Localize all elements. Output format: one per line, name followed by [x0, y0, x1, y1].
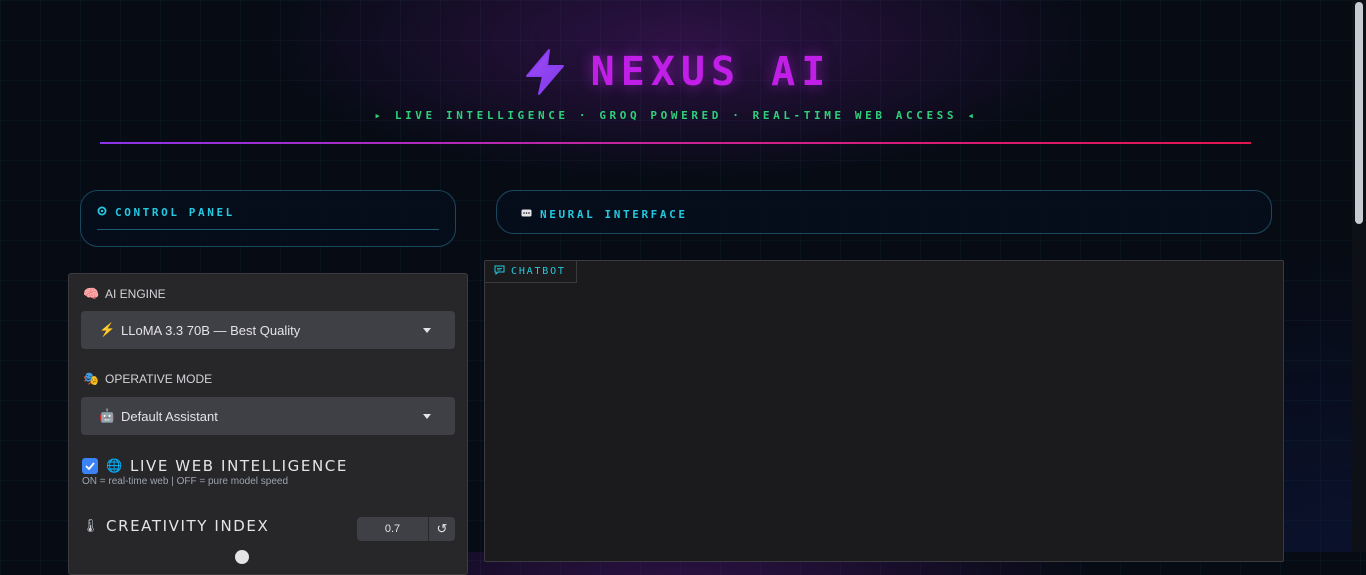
chatbot-tag: CHATBOT — [485, 261, 577, 283]
robot-icon: 🤖 — [99, 408, 116, 423]
mode-label: 🎭 OPERATIVE MODE — [83, 371, 212, 387]
lightning-icon: ⚡ — [99, 322, 116, 337]
web-intelligence-checkbox[interactable] — [82, 458, 98, 474]
mode-select[interactable]: 🤖 Default Assistant — [81, 397, 455, 435]
app-title: NEXUS AI — [590, 49, 832, 95]
engine-label: 🧠 AI ENGINE — [83, 286, 166, 302]
engine-label-text: AI ENGINE — [105, 287, 166, 301]
creativity-slider-thumb[interactable] — [235, 550, 249, 564]
control-panel-title: CONTROL PANEL — [115, 206, 235, 219]
lightning-bolt-icon — [521, 48, 569, 96]
mode-selected-value: Default Assistant — [121, 408, 218, 424]
neural-interface-header: NEURAL INTERFACE — [496, 190, 1272, 234]
chevron-down-icon — [423, 413, 431, 419]
chat-bubble-icon — [521, 208, 532, 221]
control-panel-header: CONTROL PANEL — [80, 190, 456, 247]
brand: NEXUS AI — [0, 48, 1352, 100]
creativity-row: 🌡 CREATIVITY INDEX — [82, 517, 269, 535]
brain-icon: 🧠 — [83, 286, 100, 301]
mode-label-text: OPERATIVE MODE — [105, 372, 213, 386]
theater-masks-icon: 🎭 — [83, 371, 100, 386]
thermometer-icon: 🌡 — [82, 518, 99, 534]
reset-icon[interactable]: ↺ — [428, 517, 455, 541]
chevron-down-icon — [423, 327, 431, 333]
app-header: NEXUS AI ▸ LIVE INTELLIGENCE · GROQ POWE… — [0, 0, 1352, 150]
creativity-number-box: 0.7 ↺ — [357, 517, 455, 541]
control-panel-divider — [97, 229, 439, 230]
web-intelligence-label[interactable]: LIVE WEB INTELLIGENCE — [130, 457, 348, 475]
globe-icon: 🌐 — [106, 458, 123, 474]
gear-icon — [97, 206, 107, 219]
page-scrollbar[interactable] — [1352, 0, 1366, 552]
tagline: ▸ LIVE INTELLIGENCE · GROQ POWERED · REA… — [374, 109, 978, 122]
chat-icon — [494, 265, 505, 278]
engine-select[interactable]: ⚡ LLoMA 3.3 70B — Best Quality — [81, 311, 455, 349]
engine-selected-value: LLoMA 3.3 70B — Best Quality — [121, 322, 301, 338]
web-toggle-row: 🌐 LIVE WEB INTELLIGENCE — [82, 457, 348, 475]
chatbot-label: CHATBOT — [511, 266, 566, 277]
creativity-label: CREATIVITY INDEX — [106, 517, 270, 535]
control-panel: 🧠 AI ENGINE ⚡ LLoMA 3.3 70B — Best Quali… — [68, 273, 468, 575]
neural-interface-title: NEURAL INTERFACE — [540, 208, 688, 221]
creativity-value-input[interactable]: 0.7 — [357, 523, 428, 535]
scrollbar-thumb[interactable] — [1355, 2, 1363, 224]
chatbot-panel[interactable]: CHATBOT — [484, 260, 1284, 562]
header-divider — [100, 142, 1251, 144]
web-intelligence-hint: ON = real-time web | OFF = pure model sp… — [82, 476, 289, 487]
